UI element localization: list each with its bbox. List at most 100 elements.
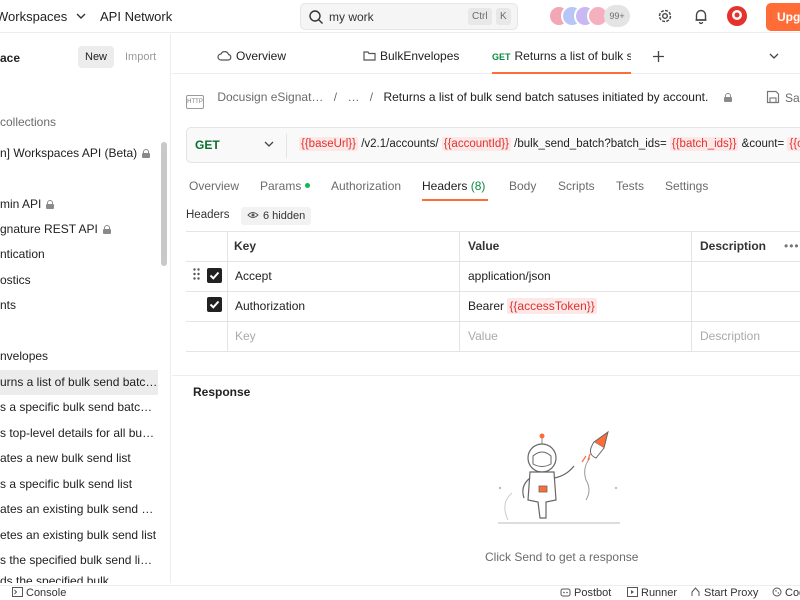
sidebar-item-request[interactable]: urns a list of bulk send batc… bbox=[0, 370, 158, 395]
kbd-k: K bbox=[496, 8, 511, 25]
tab-overview[interactable]: Overview bbox=[217, 38, 286, 74]
kbd-ctrl: Ctrl bbox=[468, 8, 492, 25]
sidebar-item-label: collections bbox=[0, 115, 57, 129]
search-icon bbox=[309, 10, 323, 24]
new-button[interactable]: New bbox=[78, 46, 115, 68]
proxy-label: Start Proxy bbox=[704, 587, 759, 599]
response-hint: Click Send to get a response bbox=[485, 550, 639, 564]
console-button[interactable]: Console bbox=[12, 587, 66, 599]
column-header-value: Value bbox=[468, 239, 500, 253]
key-placeholder[interactable]: Key bbox=[235, 322, 256, 352]
runner-label: Runner bbox=[641, 587, 678, 599]
drag-handle-icon[interactable] bbox=[193, 268, 200, 280]
sidebar-item-label: ntication bbox=[0, 247, 45, 261]
divider bbox=[286, 134, 287, 158]
postbot-button[interactable]: Postbot bbox=[560, 587, 611, 599]
chevron-down-icon[interactable] bbox=[769, 52, 779, 60]
sidebar-item-request[interactable]: s the specified bulk send li… bbox=[0, 548, 158, 573]
bell-icon[interactable] bbox=[692, 7, 710, 25]
table-row-empty: Key Value Description bbox=[186, 322, 800, 352]
subtab-body[interactable]: Body bbox=[509, 175, 536, 201]
more-options-icon[interactable]: ••• bbox=[784, 232, 800, 262]
sidebar: ace New Import collections n] Workspaces… bbox=[0, 34, 171, 583]
subtab-count: (8) bbox=[470, 179, 486, 193]
sidebar-item-workspaces-api[interactable]: n] Workspaces API (Beta) bbox=[0, 141, 158, 166]
import-button[interactable]: Import bbox=[118, 46, 163, 68]
tab-label: Overview bbox=[236, 49, 287, 63]
chevron-down-icon[interactable] bbox=[264, 140, 274, 148]
header-value[interactable]: Bearer {{accessToken}} bbox=[468, 292, 597, 322]
sidebar-item-label: s top-level details for all bu… bbox=[0, 426, 155, 440]
lock-icon bbox=[46, 200, 55, 209]
method-select[interactable]: GET bbox=[195, 138, 220, 152]
start-proxy-button[interactable]: Start Proxy bbox=[690, 587, 758, 599]
folder-icon bbox=[363, 51, 376, 61]
sidebar-item-request[interactable]: etes an existing bulk send list bbox=[0, 523, 158, 548]
subtab-settings[interactable]: Settings bbox=[665, 175, 708, 201]
sidebar-item-request[interactable]: s a specific bulk send list bbox=[0, 472, 158, 497]
upgrade-button[interactable]: Upgrade bbox=[766, 3, 800, 31]
postbot-icon bbox=[560, 588, 571, 597]
request-subtabs: Overview Params Authorization Headers (8… bbox=[186, 175, 800, 201]
header-enabled-checkbox[interactable] bbox=[207, 297, 222, 312]
subtab-headers[interactable]: Headers (8) bbox=[422, 175, 488, 201]
sidebar-item-esignature-api[interactable]: gnature REST API bbox=[0, 217, 158, 242]
sidebar-scrollbar[interactable] bbox=[161, 142, 167, 266]
tab-label: Returns a list of bulk ser bbox=[514, 49, 631, 63]
sidebar-item-request[interactable]: ates a new bulk send list bbox=[0, 446, 158, 471]
sidebar-item-request[interactable]: s top-level details for all bu… bbox=[0, 421, 158, 446]
plus-icon[interactable] bbox=[652, 50, 665, 63]
header-key[interactable]: Accept bbox=[235, 262, 272, 292]
subtab-scripts[interactable]: Scripts bbox=[558, 175, 595, 201]
subtab-authorization[interactable]: Authorization bbox=[331, 175, 401, 201]
breadcrumb: HTTP Docusign eSignat… / … / Returns a l… bbox=[186, 86, 732, 109]
url-segment: &count= bbox=[738, 138, 788, 150]
api-network-link[interactable]: API Network bbox=[100, 9, 172, 24]
description-placeholder[interactable]: Description bbox=[700, 322, 760, 352]
sidebar-item-label: n] Workspaces API (Beta) bbox=[0, 146, 138, 160]
team-avatars[interactable]: 99+ bbox=[548, 5, 630, 27]
tab-method: GET bbox=[492, 52, 511, 62]
header-enabled-checkbox[interactable] bbox=[207, 268, 222, 283]
gear-icon[interactable] bbox=[656, 7, 674, 25]
status-dot bbox=[305, 183, 311, 188]
headers-table: Key Value Description ••• Accept applica… bbox=[186, 231, 800, 352]
eye-icon bbox=[247, 212, 259, 218]
search-input[interactable]: my work Ctrl K bbox=[300, 3, 518, 30]
value-placeholder[interactable]: Value bbox=[468, 322, 498, 352]
save-label: Save bbox=[785, 91, 800, 105]
sidebar-item-diagnostics[interactable]: ostics bbox=[0, 268, 158, 293]
lock-icon bbox=[723, 93, 732, 102]
breadcrumb-ellipsis[interactable]: … bbox=[347, 90, 359, 104]
subtab-params[interactable]: Params bbox=[260, 175, 311, 201]
tab-active-request[interactable]: GET Returns a list of bulk ser bbox=[492, 38, 631, 74]
column-divider bbox=[691, 231, 692, 351]
save-button[interactable]: Save bbox=[766, 90, 800, 105]
sidebar-item-request[interactable]: ates an existing bulk send … bbox=[0, 497, 158, 522]
hidden-headers-toggle[interactable]: 6 hidden bbox=[241, 207, 312, 225]
subtab-overview[interactable]: Overview bbox=[189, 175, 239, 201]
url-input[interactable]: {{baseUrl}} /v2.1/accounts/ {{accountId}… bbox=[299, 137, 800, 151]
subtab-tests[interactable]: Tests bbox=[616, 175, 644, 201]
workspaces-menu[interactable]: Workspaces bbox=[0, 9, 86, 24]
search-value: my work bbox=[329, 10, 374, 24]
sidebar-item-authentication[interactable]: ntication bbox=[0, 242, 158, 267]
sidebar-item-admin-api[interactable]: min API bbox=[0, 192, 158, 217]
sidebar-item-bulk-envelopes[interactable]: nvelopes bbox=[0, 344, 158, 369]
header-key[interactable]: Authorization bbox=[235, 292, 305, 322]
profile-avatar-icon[interactable] bbox=[726, 5, 748, 27]
subtab-label: Headers bbox=[422, 179, 468, 193]
sidebar-item-request[interactable]: s a specific bulk send batc… bbox=[0, 395, 158, 420]
sidebar-item-accounts[interactable]: nts bbox=[0, 293, 158, 318]
cloud-icon bbox=[217, 51, 232, 61]
header-value[interactable]: application/json bbox=[468, 262, 551, 292]
url-segment: /v2.1/accounts/ bbox=[358, 138, 442, 150]
sidebar-section-collections[interactable]: collections bbox=[0, 110, 158, 135]
sidebar-item-request[interactable]: ds the specified bulk… bbox=[0, 574, 158, 583]
column-divider bbox=[459, 231, 460, 351]
tab-bulk-envelopes[interactable]: BulkEnvelopes bbox=[363, 38, 459, 74]
breadcrumb-collection[interactable]: Docusign eSignat… bbox=[217, 90, 323, 104]
cookies-button[interactable]: Cookies bbox=[772, 587, 800, 599]
page-title[interactable]: Returns a list of bulk send batch satuse… bbox=[383, 90, 708, 104]
runner-button[interactable]: Runner bbox=[627, 587, 677, 599]
